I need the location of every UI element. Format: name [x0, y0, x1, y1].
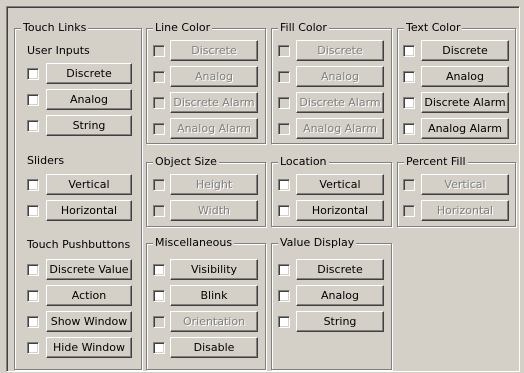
value-display-string-button[interactable]: String — [296, 311, 384, 332]
text-color-discrete-checkbox[interactable] — [403, 45, 415, 57]
sliders-heading: Sliders — [27, 154, 65, 167]
value-display-analog-checkbox[interactable] — [278, 290, 290, 302]
percent-fill-title: Percent Fill — [404, 155, 468, 169]
line-color-analog-checkbox[interactable] — [153, 71, 165, 83]
object-size-title: Object Size — [153, 155, 219, 169]
misc-blink-checkbox[interactable] — [153, 290, 165, 302]
fill-color-discrete-alarm-checkbox[interactable] — [278, 97, 290, 109]
user-inputs-analog-button[interactable]: Analog — [46, 89, 132, 110]
user-inputs-string-button[interactable]: String — [46, 115, 132, 136]
percent-fill-vertical-button[interactable]: Vertical — [421, 174, 509, 195]
user-inputs-analog-checkbox[interactable] — [27, 94, 39, 106]
touch-pushbuttons-heading: Touch Pushbuttons — [27, 238, 131, 251]
miscellaneous-title: Miscellaneous — [153, 236, 235, 250]
location-vertical-button[interactable]: Vertical — [296, 174, 384, 195]
line-color-discrete-button[interactable]: Discrete — [170, 40, 258, 61]
value-display-analog-button[interactable]: Analog — [296, 285, 384, 306]
line-color-analog-alarm-button[interactable]: Analog Alarm — [170, 118, 258, 139]
text-color-analog-checkbox[interactable] — [403, 71, 415, 83]
location-horizontal-button[interactable]: Horizontal — [296, 200, 384, 221]
pushbuttons-discrete-value-button[interactable]: Discrete Value — [46, 259, 132, 280]
fill-color-discrete-checkbox[interactable] — [278, 45, 290, 57]
pushbuttons-hide-window-checkbox[interactable] — [27, 342, 39, 354]
text-color-analog-alarm-button[interactable]: Analog Alarm — [421, 118, 509, 139]
sliders-horizontal-checkbox[interactable] — [27, 205, 39, 217]
value-display-string-checkbox[interactable] — [278, 316, 290, 328]
fill-color-analog-checkbox[interactable] — [278, 71, 290, 83]
location-title: Location — [278, 155, 329, 169]
misc-visibility-checkbox[interactable] — [153, 264, 165, 276]
percent-fill-horizontal-button[interactable]: Horizontal — [421, 200, 509, 221]
location-horizontal-checkbox[interactable] — [278, 205, 290, 217]
line-color-discrete-checkbox[interactable] — [153, 45, 165, 57]
text-color-discrete-alarm-button[interactable]: Discrete Alarm — [421, 92, 509, 113]
sliders-horizontal-button[interactable]: Horizontal — [46, 200, 132, 221]
line-color-analog-button[interactable]: Analog — [170, 66, 258, 87]
touch-links-title: Touch Links — [21, 21, 89, 35]
fill-color-title: Fill Color — [278, 21, 329, 35]
misc-orientation-checkbox[interactable] — [153, 316, 165, 328]
text-color-analog-button[interactable]: Analog — [421, 66, 509, 87]
fill-color-analog-alarm-checkbox[interactable] — [278, 123, 290, 135]
pushbuttons-discrete-value-checkbox[interactable] — [27, 264, 39, 276]
line-color-analog-alarm-checkbox[interactable] — [153, 123, 165, 135]
text-color-title: Text Color — [404, 21, 463, 35]
object-size-height-checkbox[interactable] — [153, 179, 165, 191]
misc-visibility-button[interactable]: Visibility — [170, 259, 258, 280]
percent-fill-vertical-checkbox[interactable] — [403, 179, 415, 191]
pushbuttons-action-button[interactable]: Action — [46, 285, 132, 306]
object-size-width-button[interactable]: Width — [170, 200, 258, 221]
text-color-discrete-button[interactable]: Discrete — [421, 40, 509, 61]
line-color-title: Line Color — [153, 21, 213, 35]
text-color-discrete-alarm-checkbox[interactable] — [403, 97, 415, 109]
line-color-discrete-alarm-button[interactable]: Discrete Alarm — [170, 92, 258, 113]
value-display-discrete-button[interactable]: Discrete — [296, 259, 384, 280]
fill-color-discrete-alarm-button[interactable]: Discrete Alarm — [296, 92, 384, 113]
line-color-discrete-alarm-checkbox[interactable] — [153, 97, 165, 109]
sliders-vertical-checkbox[interactable] — [27, 179, 39, 191]
value-display-discrete-checkbox[interactable] — [278, 264, 290, 276]
location-vertical-checkbox[interactable] — [278, 179, 290, 191]
sliders-vertical-button[interactable]: Vertical — [46, 174, 132, 195]
fill-color-analog-button[interactable]: Analog — [296, 66, 384, 87]
percent-fill-horizontal-checkbox[interactable] — [403, 205, 415, 217]
object-size-height-button[interactable]: Height — [170, 174, 258, 195]
pushbuttons-action-checkbox[interactable] — [27, 290, 39, 302]
misc-disable-button[interactable]: Disable — [170, 337, 258, 358]
value-display-title: Value Display — [278, 236, 357, 250]
user-inputs-string-checkbox[interactable] — [27, 120, 39, 132]
user-inputs-heading: User Inputs — [27, 44, 90, 57]
misc-orientation-button[interactable]: Orientation — [170, 311, 258, 332]
misc-blink-button[interactable]: Blink — [170, 285, 258, 306]
fill-color-discrete-button[interactable]: Discrete — [296, 40, 384, 61]
user-inputs-discrete-button[interactable]: Discrete — [46, 63, 132, 84]
misc-disable-checkbox[interactable] — [153, 342, 165, 354]
text-color-analog-alarm-checkbox[interactable] — [403, 123, 415, 135]
user-inputs-discrete-checkbox[interactable] — [27, 68, 39, 80]
pushbuttons-show-window-checkbox[interactable] — [27, 316, 39, 328]
pushbuttons-hide-window-button[interactable]: Hide Window — [46, 337, 132, 358]
pushbuttons-show-window-button[interactable]: Show Window — [46, 311, 132, 332]
object-size-width-checkbox[interactable] — [153, 205, 165, 217]
fill-color-analog-alarm-button[interactable]: Analog Alarm — [296, 118, 384, 139]
